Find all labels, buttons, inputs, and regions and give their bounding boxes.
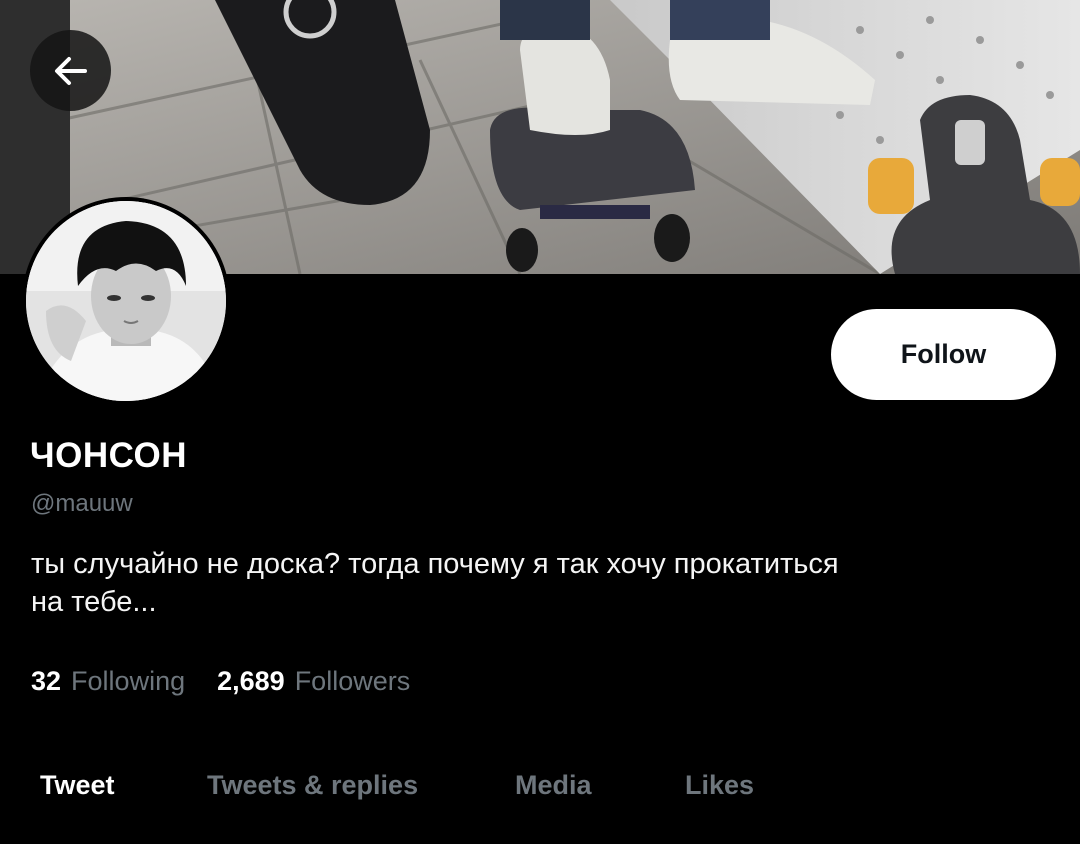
following-label: Following xyxy=(71,666,186,696)
followers-stat[interactable]: 2,689 Followers xyxy=(217,666,410,697)
profile-tabs: Tweet Tweets & replies Media Likes xyxy=(0,770,1080,810)
following-stat[interactable]: 32 Following xyxy=(31,666,185,697)
tab-media[interactable]: Media xyxy=(515,770,592,801)
username-handle: @mauuw xyxy=(31,490,133,517)
follow-button[interactable]: Follow xyxy=(831,309,1056,400)
back-button[interactable] xyxy=(30,30,111,111)
avatar[interactable] xyxy=(22,197,230,405)
arrow-left-icon xyxy=(54,56,87,85)
profile-stats: 32 Following 2,689 Followers xyxy=(31,666,442,697)
profile-bio: ты случайно не доска? тогда почему я так… xyxy=(31,545,1041,621)
tab-likes[interactable]: Likes xyxy=(685,770,754,801)
followers-label: Followers xyxy=(294,666,411,696)
display-name: ЧОНСОН xyxy=(30,436,187,475)
following-count: 32 xyxy=(31,666,62,696)
bio-line: ты случайно не доска? тогда почему я так… xyxy=(31,548,839,580)
followers-count: 2,689 xyxy=(217,666,285,696)
tab-tweet[interactable]: Tweet xyxy=(40,770,115,801)
bio-line: на тебе... xyxy=(31,586,157,618)
avatar-image xyxy=(26,201,226,401)
tab-tweets-replies[interactable]: Tweets & replies xyxy=(207,770,418,801)
